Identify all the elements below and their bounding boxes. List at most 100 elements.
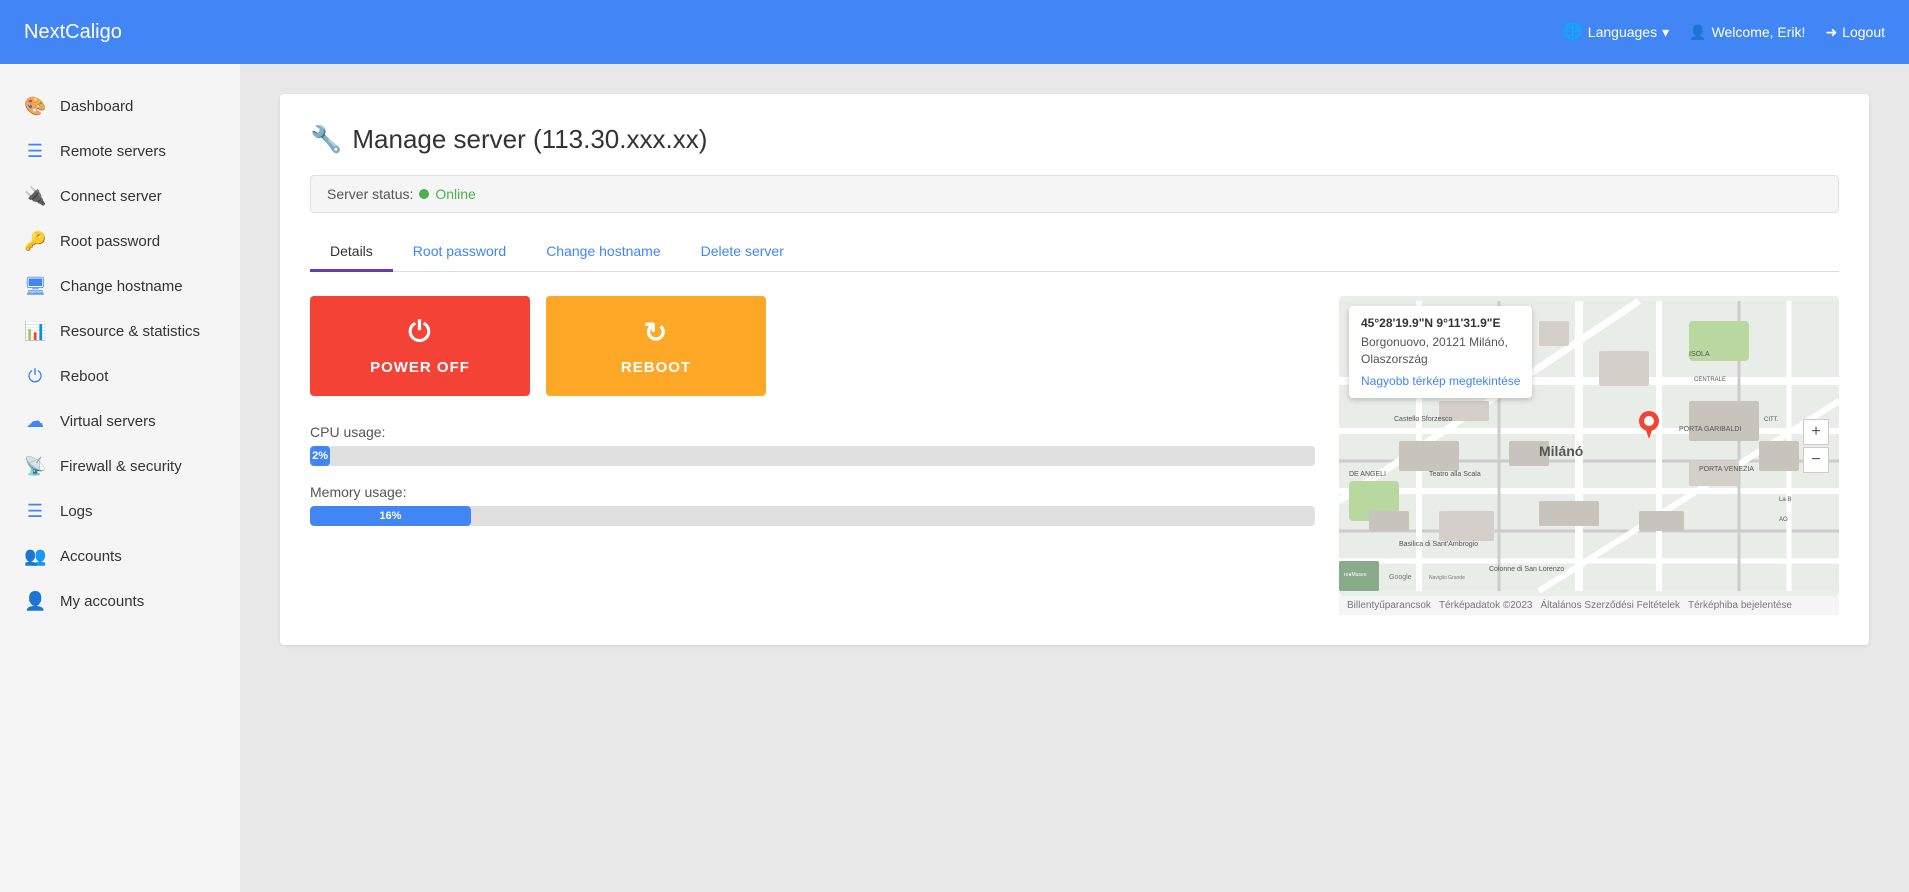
sidebar-label-change-hostname: Change hostname xyxy=(60,278,183,295)
map-address: Borgonuovo, 20121 Milánó, Olaszország xyxy=(1361,334,1520,368)
tab-details[interactable]: Details xyxy=(310,233,393,272)
svg-text:La B: La B xyxy=(1779,497,1791,503)
svg-text:Colonne di San Lorenzo: Colonne di San Lorenzo xyxy=(1489,566,1564,573)
sidebar-item-root-password[interactable]: 🔑 Root password xyxy=(0,219,240,264)
sidebar-icon-remote-servers: ☰ xyxy=(24,141,46,162)
sidebar-item-remote-servers[interactable]: ☰ Remote servers xyxy=(0,129,240,174)
svg-text:AO: AO xyxy=(1779,517,1788,523)
map-link[interactable]: Nagyobb térkép megtekintése xyxy=(1361,374,1520,388)
svg-text:CITT.: CITT. xyxy=(1764,417,1779,423)
sidebar-icon-connect-server: 🔌 xyxy=(24,186,46,207)
svg-text:Naviglio Grande: Naviglio Grande xyxy=(1429,575,1465,581)
user-welcome: 👤 Welcome, Erik! xyxy=(1689,24,1805,41)
sidebar-label-reboot: Reboot xyxy=(60,368,108,385)
memory-progress-bar-bg: 16% xyxy=(310,506,1315,526)
actions-column: ⏻ POWER OFF ↻ REBOOT CPU usage: xyxy=(310,296,1315,544)
sidebar-label-connect-server: Connect server xyxy=(60,188,162,205)
sidebar-item-my-accounts[interactable]: 👤 My accounts xyxy=(0,579,240,624)
sidebar-label-logs: Logs xyxy=(60,503,93,520)
map-coords: 45°28'19.9"N 9°11'31.9"E xyxy=(1361,316,1520,330)
sidebar-icon-virtual-servers: ☁ xyxy=(24,411,46,432)
map-footer: Billentyűparancsok Térképadatok ©2023 Ál… xyxy=(1339,596,1839,615)
brand-logo: NextCaligo xyxy=(24,21,122,44)
sidebar-icon-logs: ☰ xyxy=(24,501,46,522)
status-dot-online xyxy=(419,189,429,199)
power-off-button[interactable]: ⏻ POWER OFF xyxy=(310,296,530,396)
sidebar-label-virtual-servers: Virtual servers xyxy=(60,413,156,430)
svg-text:ro●Museo: ro●Museo xyxy=(1344,572,1367,578)
page-title: 🔧 Manage server (113.30.xxx.xx) xyxy=(310,124,1839,155)
reboot-button[interactable]: ↻ REBOOT xyxy=(546,296,766,396)
svg-text:Castello Sforzesco: Castello Sforzesco xyxy=(1394,416,1452,423)
sidebar-item-virtual-servers[interactable]: ☁ Virtual servers xyxy=(0,399,240,444)
tab-delete-server[interactable]: Delete server xyxy=(681,233,804,272)
user-icon: 👤 xyxy=(1689,24,1706,41)
map-info-box: 45°28'19.9"N 9°11'31.9"E Borgonuovo, 201… xyxy=(1349,306,1532,398)
sidebar-item-dashboard[interactable]: 🎨 Dashboard xyxy=(0,84,240,129)
svg-text:Milánó: Milánó xyxy=(1539,443,1583,459)
memory-progress-bar-fill: 16% xyxy=(310,506,471,526)
content-card: 🔧 Manage server (113.30.xxx.xx) Server s… xyxy=(280,94,1869,645)
sidebar-item-accounts[interactable]: 👥 Accounts xyxy=(0,534,240,579)
header: NextCaligo 🌐 Languages ▾ 👤 Welcome, Erik… xyxy=(0,0,1909,64)
sidebar-item-connect-server[interactable]: 🔌 Connect server xyxy=(0,174,240,219)
languages-button[interactable]: 🌐 Languages ▾ xyxy=(1563,22,1669,42)
svg-text:PORTA GARIBALDI: PORTA GARIBALDI xyxy=(1679,426,1741,433)
sidebar-label-remote-servers: Remote servers xyxy=(60,143,166,160)
sidebar-item-logs[interactable]: ☰ Logs xyxy=(0,489,240,534)
map-controls: + − xyxy=(1803,419,1829,473)
sidebar-item-firewall-security[interactable]: 📡 Firewall & security xyxy=(0,444,240,489)
translate-icon: 🌐 xyxy=(1563,22,1583,42)
cpu-usage-label: CPU usage: xyxy=(310,424,1315,440)
server-status-bar: Server status: Online xyxy=(310,175,1839,213)
memory-usage-section: Memory usage: 16% xyxy=(310,484,1315,526)
sidebar-label-accounts: Accounts xyxy=(60,548,122,565)
actions-map-row: ⏻ POWER OFF ↻ REBOOT CPU usage: xyxy=(310,296,1839,615)
map-zoom-in-button[interactable]: + xyxy=(1803,419,1829,445)
sidebar-item-change-hostname[interactable]: 🖥 Change hostname xyxy=(0,264,240,309)
sidebar-icon-root-password: 🔑 xyxy=(24,231,46,252)
sidebar-label-my-accounts: My accounts xyxy=(60,593,144,610)
chevron-down-icon: ▾ xyxy=(1662,24,1669,41)
sidebar-icon-my-accounts: 👤 xyxy=(24,591,46,612)
page-layout: 🎨 Dashboard ☰ Remote servers 🔌 Connect s… xyxy=(0,64,1909,892)
svg-text:Teatro alla Scala: Teatro alla Scala xyxy=(1429,471,1481,478)
sidebar-label-root-password: Root password xyxy=(60,233,160,250)
header-actions: 🌐 Languages ▾ 👤 Welcome, Erik! ➜ Logout xyxy=(1563,22,1885,42)
main-content: 🔧 Manage server (113.30.xxx.xx) Server s… xyxy=(240,64,1909,892)
svg-text:Google: Google xyxy=(1389,574,1412,581)
sidebar-item-reboot[interactable]: ⏻ Reboot xyxy=(0,354,240,399)
cpu-progress-bar-fill: 2% xyxy=(310,446,330,466)
action-buttons: ⏻ POWER OFF ↻ REBOOT xyxy=(310,296,1315,396)
memory-usage-label: Memory usage: xyxy=(310,484,1315,500)
tab-change-hostname[interactable]: Change hostname xyxy=(526,233,680,272)
svg-text:CENTRALE: CENTRALE xyxy=(1694,377,1726,383)
svg-text:ISOLA: ISOLA xyxy=(1689,351,1710,358)
tab-root-password[interactable]: Root password xyxy=(393,233,526,272)
tabs: Details Root password Change hostname De… xyxy=(310,233,1839,272)
svg-text:DE ANGELI: DE ANGELI xyxy=(1349,471,1386,478)
logout-icon: ➜ xyxy=(1825,24,1837,41)
cpu-progress-bar-bg: 2% xyxy=(310,446,1315,466)
sidebar-icon-accounts: 👥 xyxy=(24,546,46,567)
sidebar: 🎨 Dashboard ☰ Remote servers 🔌 Connect s… xyxy=(0,64,240,892)
sidebar-label-firewall-security: Firewall & security xyxy=(60,458,182,475)
sidebar-icon-reboot: ⏻ xyxy=(24,366,46,387)
logout-button[interactable]: ➜ Logout xyxy=(1825,24,1885,41)
map-zoom-out-button[interactable]: − xyxy=(1803,447,1829,473)
sidebar-label-resource-statistics: Resource & statistics xyxy=(60,323,200,340)
svg-text:PORTA VENEZIA: PORTA VENEZIA xyxy=(1699,466,1754,473)
sidebar-label-dashboard: Dashboard xyxy=(60,98,133,115)
sidebar-item-resource-statistics[interactable]: 📊 Resource & statistics xyxy=(0,309,240,354)
sidebar-icon-firewall-security: 📡 xyxy=(24,456,46,477)
wrench-icon: 🔧 xyxy=(310,124,342,155)
map-column: Arco della Pace Castello Sforzesco DE AN… xyxy=(1339,296,1839,615)
map-container: Arco della Pace Castello Sforzesco DE AN… xyxy=(1339,296,1839,596)
svg-text:Basilica di Sant'Ambrogio: Basilica di Sant'Ambrogio xyxy=(1399,541,1478,548)
sidebar-icon-dashboard: 🎨 xyxy=(24,96,46,117)
reboot-icon: ↻ xyxy=(644,316,668,349)
cpu-usage-section: CPU usage: 2% xyxy=(310,424,1315,466)
status-text: Online xyxy=(435,186,475,202)
sidebar-icon-resource-statistics: 📊 xyxy=(24,321,46,342)
power-off-icon: ⏻ xyxy=(408,316,431,349)
